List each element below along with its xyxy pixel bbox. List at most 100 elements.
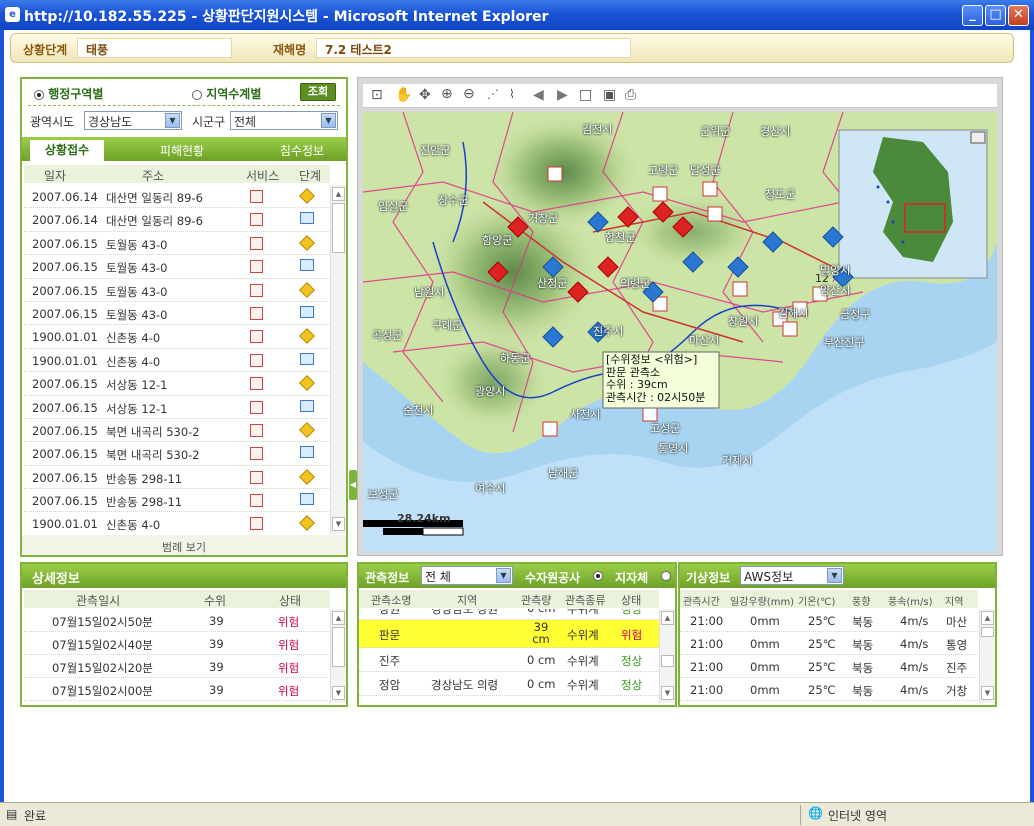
observation-filter-select[interactable]: 전 체 ▼ (421, 566, 513, 585)
report-icon[interactable] (300, 446, 314, 459)
list-item[interactable]: 2007.06.15 반송동 298-11 (24, 489, 330, 513)
zoom-in-icon[interactable]: ⊕ (441, 86, 453, 102)
warning-icon[interactable] (299, 188, 315, 204)
region-select[interactable]: 경상남도 ▼ (84, 111, 182, 130)
back-icon[interactable]: ◀ (533, 87, 544, 103)
scroll-down-icon[interactable]: ▼ (332, 517, 345, 531)
service-icon[interactable] (250, 400, 263, 414)
service-icon[interactable] (250, 190, 263, 203)
service-icon[interactable] (250, 447, 263, 461)
scroll-up-icon[interactable]: ▲ (981, 611, 994, 625)
warning-icon[interactable] (299, 421, 315, 438)
list-item[interactable]: 2007.06.14 대산면 일동리 89-6 (24, 185, 330, 209)
scroll-up-icon[interactable]: ▲ (661, 611, 674, 625)
radio-water-button[interactable] (192, 89, 202, 100)
warning-icon[interactable] (299, 281, 315, 298)
list-item[interactable]: 1900.01.01 신촌동 4-0 (24, 349, 330, 373)
scroll-thumb[interactable] (981, 627, 994, 637)
print-icon[interactable]: ⎙ (625, 87, 636, 103)
list-item[interactable]: 2007.06.15 토월동 43-0 (24, 232, 330, 256)
table-row[interactable]: 정암 경상남도 의령 0 cm 수위계 정상 (359, 673, 659, 696)
table-row[interactable]: 07월15일02시50분 39 위험 (24, 609, 330, 632)
service-icon[interactable] (250, 353, 263, 367)
radio-local-button[interactable] (661, 571, 671, 581)
table-row[interactable]: 21:00 0mm 25℃ 북동 4m/s 거창 (680, 678, 978, 701)
scroll-up-icon[interactable]: ▲ (332, 611, 345, 625)
save-icon[interactable]: ▣ (603, 87, 616, 103)
weather-scrollbar[interactable]: ▲ ▼ (979, 609, 995, 703)
move-icon[interactable]: ✥ (419, 87, 431, 103)
list-item[interactable]: 1900.01.01 신촌동 4-0 (24, 512, 330, 534)
service-icon[interactable] (250, 213, 263, 227)
scroll-thumb[interactable] (332, 203, 345, 253)
service-icon[interactable] (250, 260, 263, 274)
service-icon[interactable] (250, 494, 263, 508)
zoom-out-icon[interactable]: ⊖ (463, 86, 475, 102)
table-row[interactable]: 07월15일02시00분 39 위험 (24, 678, 330, 701)
forward-icon[interactable]: ▶ (557, 87, 568, 103)
table-row[interactable]: 판문 39 cm 수위계 위험 (359, 620, 659, 648)
service-icon[interactable] (250, 306, 263, 320)
table-row[interactable]: 07월15일02시40분 39 위험 (24, 632, 330, 655)
list-item[interactable]: 2007.06.15 북면 내곡리 530-2 (24, 419, 330, 443)
service-icon[interactable] (250, 330, 263, 344)
list-item[interactable]: 2007.06.15 서상동 12-1 (24, 396, 330, 419)
maximize-button[interactable]: □ (985, 5, 1006, 26)
query-button[interactable]: 조회 (300, 83, 336, 101)
scroll-thumb[interactable] (661, 655, 674, 667)
list-item[interactable]: 2007.06.15 토월동 43-0 (24, 255, 330, 279)
measure-distance-icon[interactable]: ⋰ (487, 87, 499, 101)
service-icon[interactable] (250, 283, 263, 297)
service-icon[interactable] (250, 517, 263, 531)
warning-icon[interactable] (299, 468, 315, 485)
table-row[interactable]: 창원 경상남도 창원 0 cm 수위계 정상 (359, 609, 659, 620)
tab-status[interactable]: 상황접수 (30, 140, 104, 161)
scroll-down-icon[interactable]: ▼ (661, 686, 674, 700)
table-row[interactable]: 21:00 0mm 25℃ 북동 4m/s 통영 (680, 632, 978, 655)
service-icon[interactable] (250, 470, 263, 484)
close-button[interactable]: ✕ (1008, 5, 1029, 26)
district-select[interactable]: 전체 ▼ (230, 111, 338, 130)
list-item[interactable]: 2007.06.15 북면 내곡리 530-2 (24, 442, 330, 466)
table-row[interactable]: 진동 경상남도 의령 0 cm 수위계 정상 (359, 697, 659, 703)
collapse-panel-button[interactable]: ◀ (349, 470, 357, 500)
detail-scrollbar[interactable]: ▲ ▼ (330, 609, 346, 703)
service-icon[interactable] (250, 377, 263, 391)
warning-icon[interactable] (299, 375, 315, 392)
legend-button[interactable]: 범례 보기 (22, 535, 346, 555)
select-icon[interactable]: □ (579, 87, 592, 103)
scroll-thumb[interactable] (332, 627, 345, 667)
measure-area-icon[interactable]: ⌇ (509, 87, 515, 101)
fullextent-icon[interactable]: ⊡ (371, 87, 383, 103)
table-row[interactable]: 진주 0 cm 수위계 정상 (359, 649, 659, 672)
list-item[interactable]: 2007.06.15 토월동 43-0 (24, 279, 330, 302)
table-row[interactable]: 21:00 0mm 25℃ 북동 4m/s 진주 (680, 655, 978, 678)
service-icon[interactable] (250, 423, 263, 437)
report-icon[interactable] (300, 399, 314, 412)
list-item[interactable]: 2007.06.14 대산면 일동리 89-6 (24, 208, 330, 232)
weather-filter-select[interactable]: AWS정보 ▼ (740, 566, 844, 585)
warning-icon[interactable] (299, 515, 315, 532)
scroll-down-icon[interactable]: ▼ (332, 686, 345, 700)
warning-icon[interactable] (299, 328, 315, 345)
observation-scrollbar[interactable]: ▲ ▼ (659, 609, 675, 703)
scroll-up-icon[interactable]: ▲ (332, 187, 345, 201)
warning-icon[interactable] (299, 234, 315, 251)
radio-admin[interactable]: 행정구역별 (34, 85, 103, 102)
report-icon[interactable] (300, 352, 314, 365)
scroll-down-icon[interactable]: ▼ (981, 686, 994, 700)
list-item[interactable]: 2007.06.15 서상동 12-1 (24, 372, 330, 396)
list-item[interactable]: 1900.01.01 신촌동 4-0 (24, 325, 330, 349)
table-row[interactable]: 07월15일02시20분 39 위험 (24, 655, 330, 678)
report-icon[interactable] (300, 493, 314, 506)
minimize-button[interactable]: _ (962, 5, 983, 26)
table-row[interactable]: 21:00 0mm 25℃ 북동 4m/s 마산 (680, 609, 978, 632)
radio-water[interactable]: 지역수계별 (192, 85, 261, 102)
pan-hand-icon[interactable]: ✋ (395, 87, 412, 103)
map-view[interactable]: 12 김천시 군위군 경산시 진안군 고령군 달성군 청도군 임실군 장수군 거창군 합천군 함양군 산… (363, 112, 997, 552)
service-icon[interactable] (250, 236, 263, 250)
report-icon[interactable] (300, 212, 314, 225)
list-scrollbar[interactable]: ▲ ▼ (330, 185, 346, 534)
tab-damage[interactable]: 피해현황 (142, 142, 222, 159)
tab-flood[interactable]: 침수정보 (262, 142, 342, 159)
